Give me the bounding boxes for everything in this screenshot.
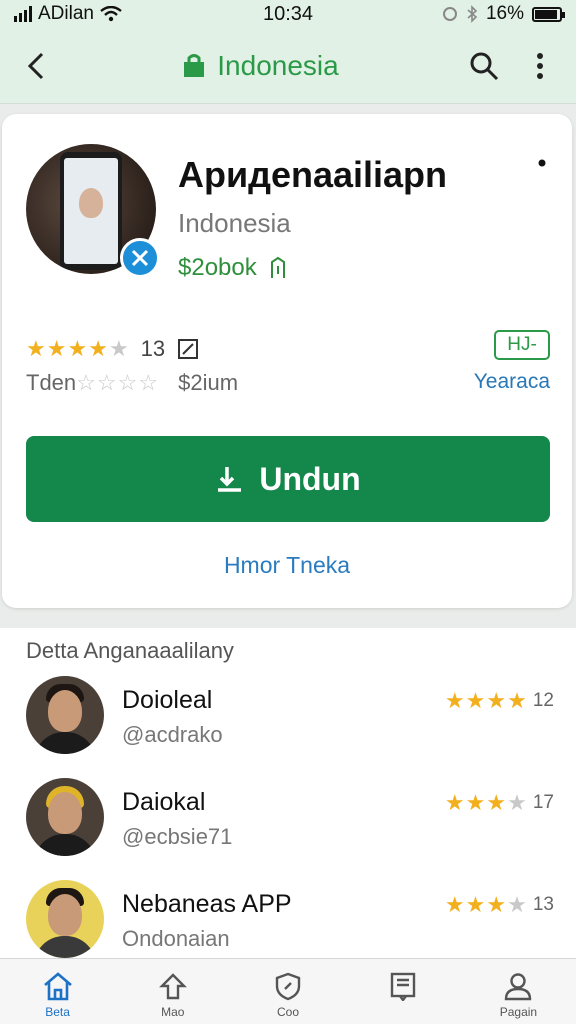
carrier-name: ADilan	[38, 3, 94, 24]
list-item[interactable]: Daiokal @ecbsie71 ★ ★ ★ ★ 17	[0, 778, 576, 878]
tool-badge-icon	[120, 238, 160, 278]
upload-icon	[158, 973, 187, 1000]
store-bag-icon	[184, 53, 205, 77]
category-link[interactable]: Yearaca	[474, 370, 550, 394]
list-item-count: 12	[532, 690, 554, 711]
list-item-name: Daiokal	[122, 788, 206, 816]
rating-label: Tden	[26, 370, 77, 395]
avatar	[26, 778, 104, 856]
rating-label-stars: ☆ ☆ ☆ ☆	[76, 370, 159, 395]
person-icon	[505, 973, 532, 1001]
info-icon	[270, 256, 285, 278]
battery-icon	[532, 6, 565, 22]
nav-shield[interactable]: Coo	[230, 959, 345, 1024]
list-item-name: Nebaneas APP	[122, 890, 292, 918]
app-bar: Indonesia	[0, 28, 576, 104]
download-icon	[218, 467, 242, 492]
bottom-nav: Beta Mao Coo Pagain	[0, 958, 576, 1024]
nav-upload[interactable]: Mao	[115, 959, 230, 1024]
nav-account[interactable]: Pagain	[461, 959, 576, 1024]
list-item-handle: Ondonaian	[122, 926, 230, 951]
wifi-icon	[100, 6, 122, 22]
signal-icon	[14, 6, 32, 22]
alarm-icon	[442, 7, 457, 21]
list-item-stars: ★ ★ ★ ★	[444, 790, 527, 815]
card-menu-dot[interactable]	[538, 154, 546, 172]
overflow-menu-button[interactable]	[522, 48, 558, 84]
list-item-handle: @ecbsie71	[122, 824, 233, 849]
nav-shield-label: Coo	[277, 1005, 300, 1019]
page-title: Indonesia	[217, 49, 339, 81]
list-item-stars: ★ ★ ★ ★	[444, 892, 527, 917]
nav-home-label: Beta	[45, 1005, 70, 1019]
app-name: Apидenaailiapn	[178, 154, 448, 195]
shield-icon	[275, 972, 301, 1001]
more-vertical-icon	[537, 52, 543, 79]
avatar	[26, 676, 104, 754]
bluetooth-icon	[467, 5, 478, 23]
rating-stars: ★ ★ ★ ★ ★	[26, 336, 129, 361]
content-rating-badge: HJ-	[494, 330, 550, 360]
chevron-left-icon	[27, 52, 44, 79]
nav-home[interactable]: Beta	[0, 959, 115, 1024]
clock: 10:34	[262, 2, 314, 25]
back-button[interactable]	[18, 48, 54, 84]
avatar	[26, 880, 104, 958]
section-title: Detta Anganaaalilany	[26, 638, 234, 663]
nav-account-label: Pagain	[499, 1005, 538, 1019]
nav-library[interactable]	[346, 959, 461, 1024]
more-link[interactable]: Hmor Tneka	[2, 552, 572, 579]
install-button[interactable]: Undun	[26, 436, 550, 522]
status-bar: ADilan 10:34 16%	[0, 0, 576, 28]
search-icon	[470, 52, 499, 80]
battery-percent: 16%	[485, 3, 524, 24]
list-item-count: 17	[532, 792, 554, 813]
price-label: $2ium	[178, 370, 239, 395]
list-item-handle: @acdrako	[122, 722, 223, 747]
nav-upload-label: Mao	[161, 1005, 185, 1019]
list-item-name: Doioleal	[122, 686, 213, 714]
install-label: Undun	[259, 460, 361, 497]
edit-icon	[178, 339, 199, 359]
app-price: $2obok	[178, 254, 257, 281]
home-icon	[43, 972, 72, 1001]
related-apps-list: Detta Anganaaalilany Doioleal @acdrako ★…	[0, 628, 576, 958]
rating-count: 13	[140, 336, 166, 361]
list-item-stars: ★ ★ ★ ★	[444, 688, 527, 713]
list-item-count: 13	[532, 894, 554, 915]
search-button[interactable]	[466, 48, 502, 84]
list-item[interactable]: Doioleal @acdrako ★ ★ ★ ★ 12	[0, 676, 576, 776]
app-details-card: Apидenaailiapn Indonesia $2obok ★ ★ ★ ★ ★ 13…	[2, 114, 572, 608]
app-developer[interactable]: Indonesia	[178, 208, 291, 239]
book-icon	[391, 972, 416, 1001]
